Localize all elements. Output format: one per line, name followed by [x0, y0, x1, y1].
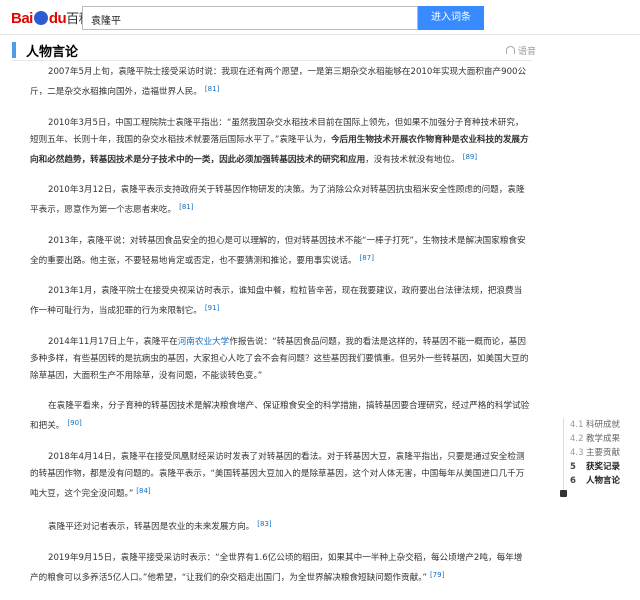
reference-link[interactable]: [84]	[136, 487, 150, 495]
enter-entry-button[interactable]: 进入词条	[418, 6, 484, 30]
reference-link[interactable]: [83]	[257, 520, 271, 528]
header-divider	[0, 34, 640, 35]
toc-label: 主要贡献	[586, 448, 621, 458]
paragraph: 2013年，袁隆平说：对转基因食品安全的担心是可以理解的，但对转基因技术不能“一…	[30, 233, 530, 270]
paragraph: 2019年9月15日，袁隆平接受采访时表示：“全世界有1.6亿公顷的稻田，如果其…	[30, 550, 530, 587]
section-header: 人物言论 语音	[12, 42, 536, 60]
section-title: 人物言论	[26, 45, 79, 60]
reference-link[interactable]: [90]	[67, 419, 81, 427]
paragraph-text: 2013年，袁隆平说：对转基因食品安全的担心是可以理解的，但对转基因技术不能“一…	[30, 235, 526, 266]
logo-text: Bai	[11, 10, 33, 27]
toc-item-contributions[interactable]: 4.3 主要贡献	[560, 446, 640, 460]
reference-link[interactable]: [87]	[360, 254, 374, 262]
toc-label: 科研成就	[586, 420, 621, 430]
paragraph-text: 在袁隆平看来，分子育种的转基因技术是解决粮食增产、保证粮食安全的科学措施，搞转基…	[30, 401, 530, 431]
paragraph: 2018年4月14日，袁隆平在接受凤凰财经采访时发表了对转基因的看法。对于转基因…	[30, 449, 530, 503]
headphone-icon	[505, 46, 515, 54]
logo-text-2: du	[48, 10, 67, 27]
toc-item-teaching[interactable]: 4.2 教学成果	[560, 432, 640, 446]
paw-icon	[33, 11, 48, 25]
toc-number: 6	[570, 476, 576, 486]
toc-number: 4.2	[570, 434, 584, 444]
toc-active-marker	[560, 490, 567, 497]
paragraph-text: 2018年4月14日，袁隆平在接受凤凰财经采访时发表了对转基因的看法。对于转基因…	[30, 451, 525, 499]
paragraph-text: 2014年11月17日上午，袁隆平在	[48, 336, 178, 347]
toc-number: 4.1	[570, 420, 584, 430]
toc-label: 教学成果	[586, 434, 621, 444]
reference-link[interactable]: [79]	[430, 571, 444, 579]
paragraph: 袁隆平还对记者表示，转基因是农业的未来发展方向。 [83]	[30, 516, 530, 536]
paragraph-text: 2013年1月，袁隆平院士在接受央视采访时表示，谁知盘中餐，粒粒皆辛苦，现在我要…	[30, 286, 523, 316]
paragraph: 2010年3月5日，中国工程院院士袁隆平指出：“虽然我国杂交水稻技术目前在国际上…	[30, 115, 530, 169]
table-of-contents: 4.1 科研成就 4.2 教学成果 4.3 主要贡献 5 获奖记录 6 人物言论	[560, 418, 640, 498]
paragraph-text: ，没有技术就没有地位。	[365, 154, 460, 165]
article-content: 2007年5月上旬，袁隆平院士接受采访时说：我现在还有两个愿望，一是第三期杂交水…	[30, 64, 530, 600]
listen-label: 语音	[517, 47, 536, 57]
toc-item-awards[interactable]: 5 获奖记录	[560, 460, 640, 474]
baidu-baike-logo[interactable]: Bai du百科	[11, 8, 92, 27]
reference-link[interactable]: [89]	[463, 153, 477, 161]
section-divider	[12, 60, 532, 61]
paragraph: 2010年3月12日，袁隆平表示支持政府关于转基因作物研发的决策。为了消除公众对…	[30, 182, 530, 219]
paragraph-text: 袁隆平还对记者表示，转基因是农业的未来发展方向。	[48, 522, 255, 532]
toc-number: 5	[570, 462, 576, 472]
toc-label: 获奖记录	[586, 462, 621, 472]
toc-number: 4.3	[570, 448, 584, 458]
university-link[interactable]: 河南农业大学	[178, 337, 230, 347]
top-bar: Bai du百科 袁隆平 进入词条	[0, 0, 640, 34]
toc-label: 人物言论	[586, 476, 621, 486]
section-accent-bar	[12, 42, 16, 58]
toc-item-research[interactable]: 4.1 科研成就	[560, 418, 640, 432]
paragraph-text: 2010年3月12日，袁隆平表示支持政府关于转基因作物研发的决策。为了消除公众对…	[30, 185, 525, 215]
toc-item-quotes[interactable]: 6 人物言论	[560, 474, 640, 488]
reference-link[interactable]: [81]	[205, 85, 219, 93]
reference-link[interactable]: [91]	[205, 304, 219, 312]
paragraph: 2007年5月上旬，袁隆平院士接受采访时说：我现在还有两个愿望，一是第三期杂交水…	[30, 64, 530, 101]
paragraph: 2014年11月17日上午，袁隆平在河南农业大学作报告说：“转基因食品问题，我的…	[30, 334, 530, 385]
paragraph-text: 2007年5月上旬，袁隆平院士接受采访时说：我现在还有两个愿望，一是第三期杂交水…	[30, 67, 527, 97]
listen-button[interactable]: 语音	[505, 44, 536, 57]
paragraph-text: 2019年9月15日，袁隆平接受采访时表示：“全世界有1.6亿公顷的稻田，如果其…	[30, 552, 523, 583]
paragraph: 在袁隆平看来，分子育种的转基因技术是解决粮食增产、保证粮食安全的科学措施，搞转基…	[30, 398, 530, 435]
reference-link[interactable]: [81]	[179, 203, 193, 211]
search-input[interactable]: 袁隆平	[82, 6, 418, 30]
paragraph: 2013年1月，袁隆平院士在接受央视采访时表示，谁知盘中餐，粒粒皆辛苦，现在我要…	[30, 283, 530, 320]
